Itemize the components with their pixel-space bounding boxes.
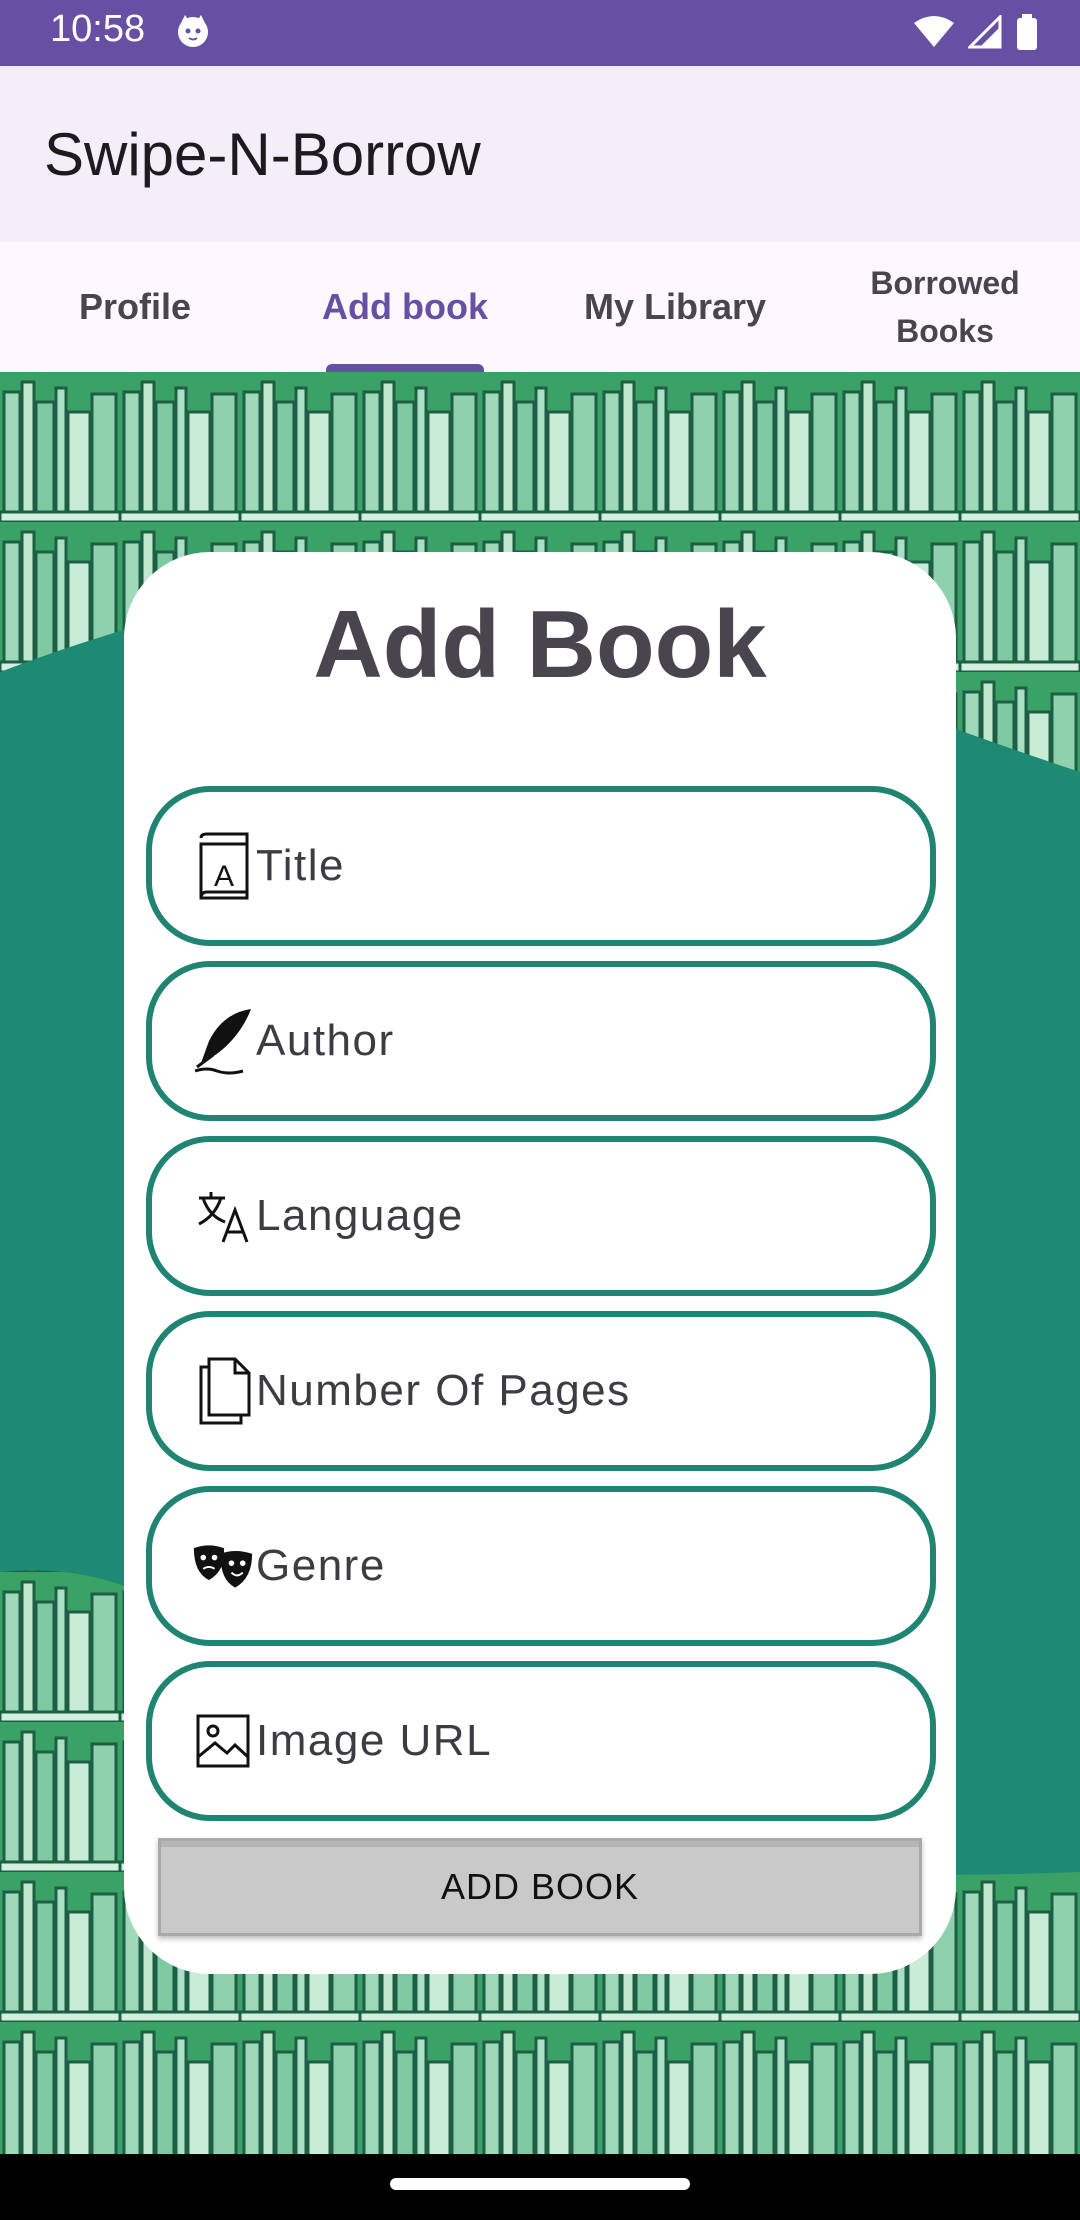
- author-field[interactable]: Author: [146, 961, 936, 1121]
- genre-field[interactable]: Genre: [146, 1486, 936, 1646]
- svg-text:A: A: [214, 860, 234, 893]
- tab-label-line1: Borrowed: [870, 265, 1020, 301]
- translate-icon: [192, 1180, 254, 1252]
- number-of-pages-field[interactable]: Number Of Pages: [146, 1311, 936, 1471]
- tab-label: My Library: [583, 286, 767, 327]
- tab-label: Add book: [322, 286, 488, 327]
- status-time: 10:58: [50, 8, 146, 50]
- tab-label: Profile: [78, 286, 192, 327]
- battery-icon: [1016, 14, 1038, 55]
- book-icon: A: [192, 830, 254, 902]
- tab-bar: Profile Add book My Library Borrowed Boo…: [0, 242, 1080, 374]
- author-placeholder: Author: [256, 1016, 395, 1065]
- genre-placeholder: Genre: [256, 1541, 386, 1590]
- title-placeholder: Title: [256, 841, 345, 890]
- image-url-placeholder: Image URL: [256, 1716, 493, 1765]
- wifi-icon: [914, 15, 954, 54]
- add-book-button[interactable]: ADD BOOK: [158, 1838, 922, 1936]
- tab-add-book[interactable]: Add book: [270, 242, 540, 372]
- tab-profile[interactable]: Profile: [0, 242, 270, 372]
- form-title: Add Book: [313, 591, 767, 698]
- language-placeholder: Language: [256, 1191, 464, 1240]
- system-nav-bar: [0, 2154, 1080, 2220]
- image-icon: [192, 1705, 254, 1777]
- app-title: Swipe-N-Borrow: [44, 121, 481, 188]
- number-of-pages-placeholder: Number Of Pages: [256, 1366, 631, 1415]
- cat-notification-icon: [175, 13, 211, 54]
- tab-label-line2: Books: [896, 313, 994, 349]
- signal-icon: [966, 13, 1002, 54]
- theater-masks-icon: [192, 1530, 254, 1602]
- tab-borrowed-books[interactable]: Borrowed Books: [810, 242, 1080, 372]
- app-bar: Swipe-N-Borrow: [0, 66, 1080, 242]
- title-field[interactable]: A Title: [146, 786, 936, 946]
- active-tab-indicator: [326, 364, 484, 372]
- home-gesture-handle[interactable]: [390, 2178, 690, 2190]
- image-url-field[interactable]: Image URL: [146, 1661, 936, 1821]
- pages-icon: [192, 1355, 254, 1427]
- language-field[interactable]: Language: [146, 1136, 936, 1296]
- tab-label: Borrowed Books: [870, 259, 1019, 355]
- status-bar: 10:58: [0, 0, 1080, 66]
- quill-pen-icon: [192, 1005, 254, 1077]
- tab-my-library[interactable]: My Library: [540, 242, 810, 372]
- add-book-card: Add Book A Title Author Language Number …: [124, 552, 956, 1974]
